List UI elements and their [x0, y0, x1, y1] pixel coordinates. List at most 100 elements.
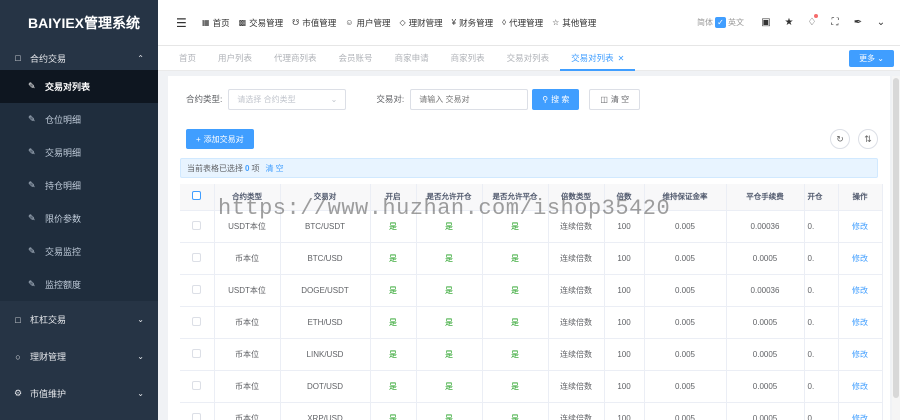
shirt-icon[interactable]: ★	[780, 17, 798, 28]
edit-icon: ✎	[28, 147, 36, 157]
edit-link[interactable]: 修改	[838, 274, 883, 307]
select-all-cell[interactable]	[180, 184, 215, 211]
edit-icon: ✎	[28, 246, 36, 256]
tab-member-account[interactable]: 会员账号	[328, 46, 384, 71]
row-checkbox[interactable]	[192, 348, 202, 358]
sidebar-item-trade-detail[interactable]: ✎ 交易明细	[0, 136, 158, 169]
status-cell: 是	[370, 338, 417, 371]
topnav-accounting[interactable]: ¥ 财务管理	[452, 17, 493, 29]
row-checkbox[interactable]	[192, 220, 202, 230]
clear-selection-link[interactable]: 清 空	[265, 163, 283, 174]
row-checkbox[interactable]	[192, 380, 202, 390]
row-select-cell[interactable]	[180, 242, 215, 275]
sidebar-group-market-cap[interactable]: ⚙ 市值维护 ⌄	[0, 375, 158, 412]
table-cell: 0.0005	[726, 242, 805, 275]
row-checkbox[interactable]	[192, 316, 202, 326]
tab-user-list[interactable]: 用户列表	[207, 46, 263, 71]
table-cell: 0.0005	[726, 338, 805, 371]
sidebar-group-finance[interactable]: ○ 理财管理 ⌄	[0, 338, 158, 375]
notification-dot	[814, 14, 818, 18]
sidebar-item-holding-detail[interactable]: ✎ 持仓明细	[0, 169, 158, 202]
table-cell: 0.	[804, 402, 839, 420]
table-cell: 0.	[804, 370, 839, 403]
sidebar-submenu: ✎ 交易对列表 ✎ 仓位明细 ✎ 交易明细 ✎ 持仓明细 ✎ 限价参数 ✎ 交易…	[0, 70, 158, 301]
hamburger-icon[interactable]: ☰	[176, 16, 190, 30]
table-row: 币本位 LINK/USD 是是是连续倍数 100 0.005 0.0005 0. 修改	[180, 338, 883, 371]
brush-icon[interactable]: ✒	[849, 17, 867, 28]
lock-icon[interactable]: ▣	[757, 17, 775, 28]
edit-icon: ✎	[28, 180, 36, 190]
row-select-cell[interactable]	[180, 306, 215, 339]
sidebar-group-label: 理财管理	[30, 352, 67, 362]
column-header: 维持保证金率	[644, 184, 727, 211]
edit-link[interactable]: 修改	[838, 210, 883, 243]
add-label: 添加交易对	[203, 134, 244, 144]
row-select-cell[interactable]	[180, 210, 215, 243]
sidebar-item-position-detail[interactable]: ✎ 仓位明细	[0, 103, 158, 136]
sidebar-item-trade-monitor[interactable]: ✎ 交易监控	[0, 235, 158, 268]
chevron-down-icon[interactable]: ⌄	[872, 17, 890, 28]
more-tabs-button[interactable]: 更多 ⌄	[849, 49, 894, 67]
select-all-checkbox[interactable]	[192, 191, 202, 201]
column-settings-icon[interactable]: ⇅	[858, 129, 878, 149]
main-content: 合约类型: 请选择 合约类型 ⌄ 交易对: ⚲搜 索 ◫清 空 +添加交易对 ↻…	[168, 76, 890, 420]
tab-merchant-apply[interactable]: 商家申请	[384, 46, 440, 71]
contract-type-select[interactable]: 请选择 合约类型 ⌄	[228, 88, 347, 110]
tab-home[interactable]: 首页	[168, 46, 207, 71]
sidebar-group-leverage[interactable]: □ 杠杠交易 ⌄	[0, 301, 158, 338]
table-row: USDT本位 DOGE/USDT 是是是连续倍数 100 0.005 0.00036 0. 修…	[180, 274, 883, 307]
row-select-cell[interactable]	[180, 274, 215, 307]
sidebar-group-contract[interactable]: □ 合约交易 ⌃	[0, 46, 158, 70]
table-cell: 0.005	[644, 370, 727, 403]
status-cell: 是	[416, 210, 483, 243]
topnav-market-cap[interactable]: ☋ 市值管理	[292, 17, 336, 29]
status-cell: 是	[370, 402, 417, 420]
row-checkbox[interactable]	[192, 412, 202, 420]
row-select-cell[interactable]	[180, 338, 215, 371]
star-icon: ☆	[552, 18, 560, 27]
edit-link[interactable]: 修改	[838, 306, 883, 339]
table-cell: 0.005	[644, 242, 727, 275]
status-cell: 是	[370, 274, 417, 307]
status-cell: 是	[370, 306, 417, 339]
table-cell: 连续倍数	[548, 242, 605, 275]
topnav-trade[interactable]: ▩ 交易管理	[239, 17, 284, 29]
edit-link[interactable]: 修改	[838, 402, 883, 420]
topnav-other[interactable]: ☆ 其他管理	[552, 17, 596, 29]
bell-icon[interactable]: ♢	[803, 14, 821, 28]
scrollbar-thumb[interactable]	[893, 78, 899, 398]
tab-pair-list-2[interactable]: 交易对列表	[496, 46, 561, 71]
language-switch[interactable]: 简体 ✓ 英文	[697, 17, 744, 28]
row-checkbox[interactable]	[192, 252, 202, 262]
topnav-label: 用户管理	[356, 17, 391, 28]
edit-link[interactable]: 修改	[838, 242, 883, 275]
sidebar-item-limit-params[interactable]: ✎ 限价参数	[0, 202, 158, 235]
row-select-cell[interactable]	[180, 402, 215, 420]
pair-input[interactable]	[410, 88, 529, 110]
tab-agent-list[interactable]: 代理商列表	[263, 46, 328, 71]
close-icon[interactable]: ✕	[618, 54, 625, 63]
add-pair-button[interactable]: + 添加交易对	[186, 129, 254, 149]
tab-pair-list-active[interactable]: 交易对列表 ✕	[560, 46, 636, 71]
sidebar-item-monitor-quota[interactable]: ✎ 监控额度	[0, 268, 158, 301]
search-button[interactable]: ⚲ 搜 索	[532, 88, 580, 110]
sidebar-item-pair-list[interactable]: ✎ 交易对列表	[0, 70, 158, 103]
edit-link[interactable]: 修改	[838, 370, 883, 403]
users-icon: ☺	[345, 18, 354, 27]
chevron-down-icon: ⌄	[330, 94, 338, 104]
refresh-icon[interactable]: ↻	[830, 129, 850, 149]
row-checkbox[interactable]	[192, 284, 202, 294]
fullscreen-icon[interactable]: ⛶	[826, 17, 844, 28]
chevron-down-icon: ⌄	[137, 389, 144, 398]
topnav-agent[interactable]: ◊ 代理管理	[502, 17, 543, 29]
status-cell: 是	[482, 306, 549, 339]
topnav-users[interactable]: ☺ 用户管理	[345, 17, 390, 29]
row-select-cell[interactable]	[180, 370, 215, 403]
edit-link[interactable]: 修改	[838, 338, 883, 371]
tab-merchant-list[interactable]: 商家列表	[440, 46, 496, 71]
status-cell: 是	[482, 242, 549, 275]
topnav-finance[interactable]: ◇ 理财管理	[399, 17, 442, 29]
reset-button[interactable]: ◫ 清 空	[589, 88, 641, 110]
page-scrollbar[interactable]	[892, 76, 900, 420]
topnav-home[interactable]: ▦ 首页	[202, 17, 230, 29]
